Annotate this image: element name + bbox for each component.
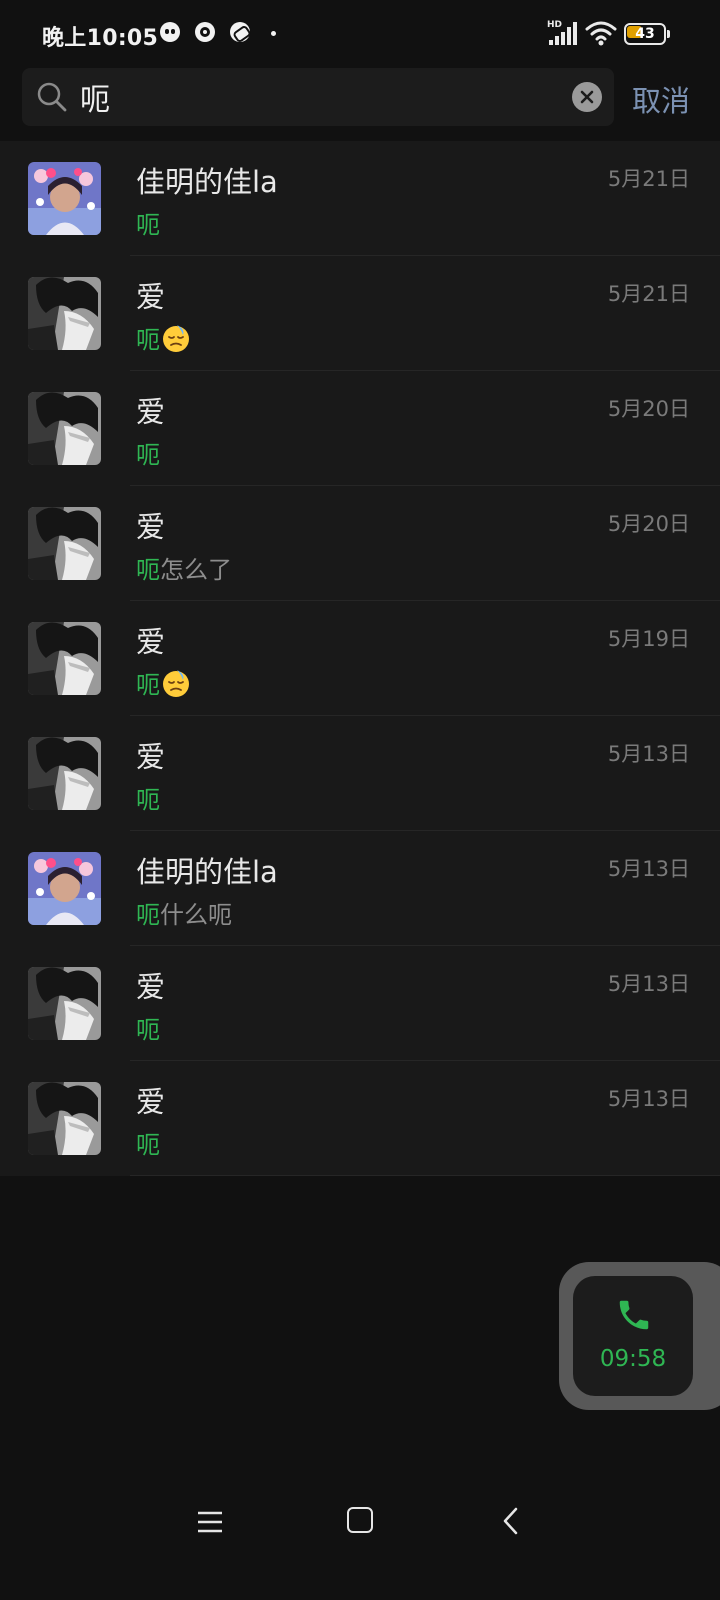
menu-icon[interactable] [196, 1508, 224, 1536]
message-date: 5月21日 [607, 282, 690, 306]
result-item[interactable]: 爱 5月13日呃 [0, 1061, 720, 1176]
contact-name: 爱 [136, 625, 166, 659]
matched-text: 呃 [136, 1131, 160, 1159]
message-date: 5月21日 [607, 167, 690, 191]
contact-name: 爱 [136, 510, 166, 544]
battery-icon: 43 [624, 23, 670, 45]
avatar [28, 392, 101, 465]
emoji-icon [163, 324, 189, 352]
navigation-bar [0, 1480, 720, 1600]
status-time: 晚上10:05 [42, 26, 159, 51]
status-bar: 晚上10:05 HD 43 [0, 0, 720, 66]
home-icon[interactable] [347, 1507, 373, 1533]
matched-text: 呃 [136, 326, 160, 354]
message-date: 5月20日 [607, 397, 690, 421]
contact-name: 爱 [136, 280, 166, 314]
avatar [28, 162, 101, 235]
more-dot-icon [271, 31, 276, 36]
avatar [28, 967, 101, 1040]
notification-app-1-icon [160, 22, 180, 42]
result-item[interactable]: 爱 5月20日呃怎么了 [0, 486, 720, 601]
search-box[interactable] [22, 68, 614, 126]
snippet-rest: 什么呃 [160, 901, 232, 929]
message-snippet: 呃 [136, 320, 191, 355]
result-item[interactable]: 爱 5月13日呃 [0, 946, 720, 1061]
search-result-list: 佳明的佳la 5月21日呃爱 5月21日呃爱 5月20日呃爱 5月20日呃怎么了爱 5月1… [0, 141, 720, 1176]
search-icon [37, 82, 67, 112]
wifi-icon [585, 21, 617, 46]
signal-icon: HD [547, 20, 577, 45]
message-snippet: 呃 [136, 205, 160, 240]
network-label: HD [547, 20, 562, 30]
matched-text: 呃 [136, 786, 160, 814]
result-item[interactable]: 爱 5月13日呃 [0, 716, 720, 831]
back-icon[interactable] [500, 1506, 524, 1536]
contact-name: 爱 [136, 1085, 166, 1119]
cancel-button[interactable]: 取消 [632, 78, 690, 120]
matched-text: 呃 [136, 901, 160, 929]
notification-app-2-icon [195, 22, 215, 42]
result-item[interactable]: 爱 5月19日呃 [0, 601, 720, 716]
message-snippet: 呃怎么了 [136, 550, 232, 585]
call-timer: 09:58 [599, 1346, 667, 1372]
matched-text: 呃 [136, 556, 160, 584]
search-header: 取消 [0, 66, 720, 136]
message-date: 5月20日 [607, 512, 690, 536]
emoji-icon [163, 669, 189, 697]
message-snippet: 呃 [136, 1010, 160, 1045]
clear-button[interactable] [572, 82, 602, 112]
avatar [28, 1082, 101, 1155]
result-item[interactable]: 佳明的佳la 5月13日呃什么呃 [0, 831, 720, 946]
notification-app-3-icon [230, 22, 250, 42]
contact-name: 爱 [136, 970, 166, 1004]
battery-level: 43 [635, 26, 655, 42]
message-date: 5月19日 [607, 627, 690, 651]
clear-icon [580, 90, 594, 104]
message-snippet: 呃 [136, 1125, 160, 1160]
avatar [28, 737, 101, 810]
message-snippet: 呃 [136, 435, 160, 470]
result-item[interactable]: 爱 5月20日呃 [0, 371, 720, 486]
result-item[interactable]: 佳明的佳la 5月21日呃 [0, 141, 720, 256]
matched-text: 呃 [136, 211, 160, 239]
avatar [28, 277, 101, 350]
matched-text: 呃 [136, 1016, 160, 1044]
search-input[interactable] [80, 74, 560, 120]
phone-icon [619, 1300, 649, 1330]
result-item[interactable]: 爱 5月21日呃 [0, 256, 720, 371]
matched-text: 呃 [136, 441, 160, 469]
floating-call-window[interactable]: 09:58 [559, 1262, 720, 1410]
snippet-rest: 怎么了 [160, 556, 232, 584]
message-date: 5月13日 [607, 742, 690, 766]
call-bubble[interactable]: 09:58 [573, 1276, 693, 1396]
message-snippet: 呃 [136, 780, 160, 815]
avatar [28, 622, 101, 695]
message-snippet: 呃什么呃 [136, 895, 232, 930]
avatar [28, 852, 101, 925]
contact-name: 爱 [136, 395, 166, 429]
contact-name: 佳明的佳la [136, 855, 278, 889]
matched-text: 呃 [136, 671, 160, 699]
contact-name: 爱 [136, 740, 166, 774]
message-snippet: 呃 [136, 665, 191, 700]
message-date: 5月13日 [607, 972, 690, 996]
contact-name: 佳明的佳la [136, 165, 278, 199]
avatar [28, 507, 101, 580]
message-date: 5月13日 [607, 857, 690, 881]
message-date: 5月13日 [607, 1087, 690, 1111]
